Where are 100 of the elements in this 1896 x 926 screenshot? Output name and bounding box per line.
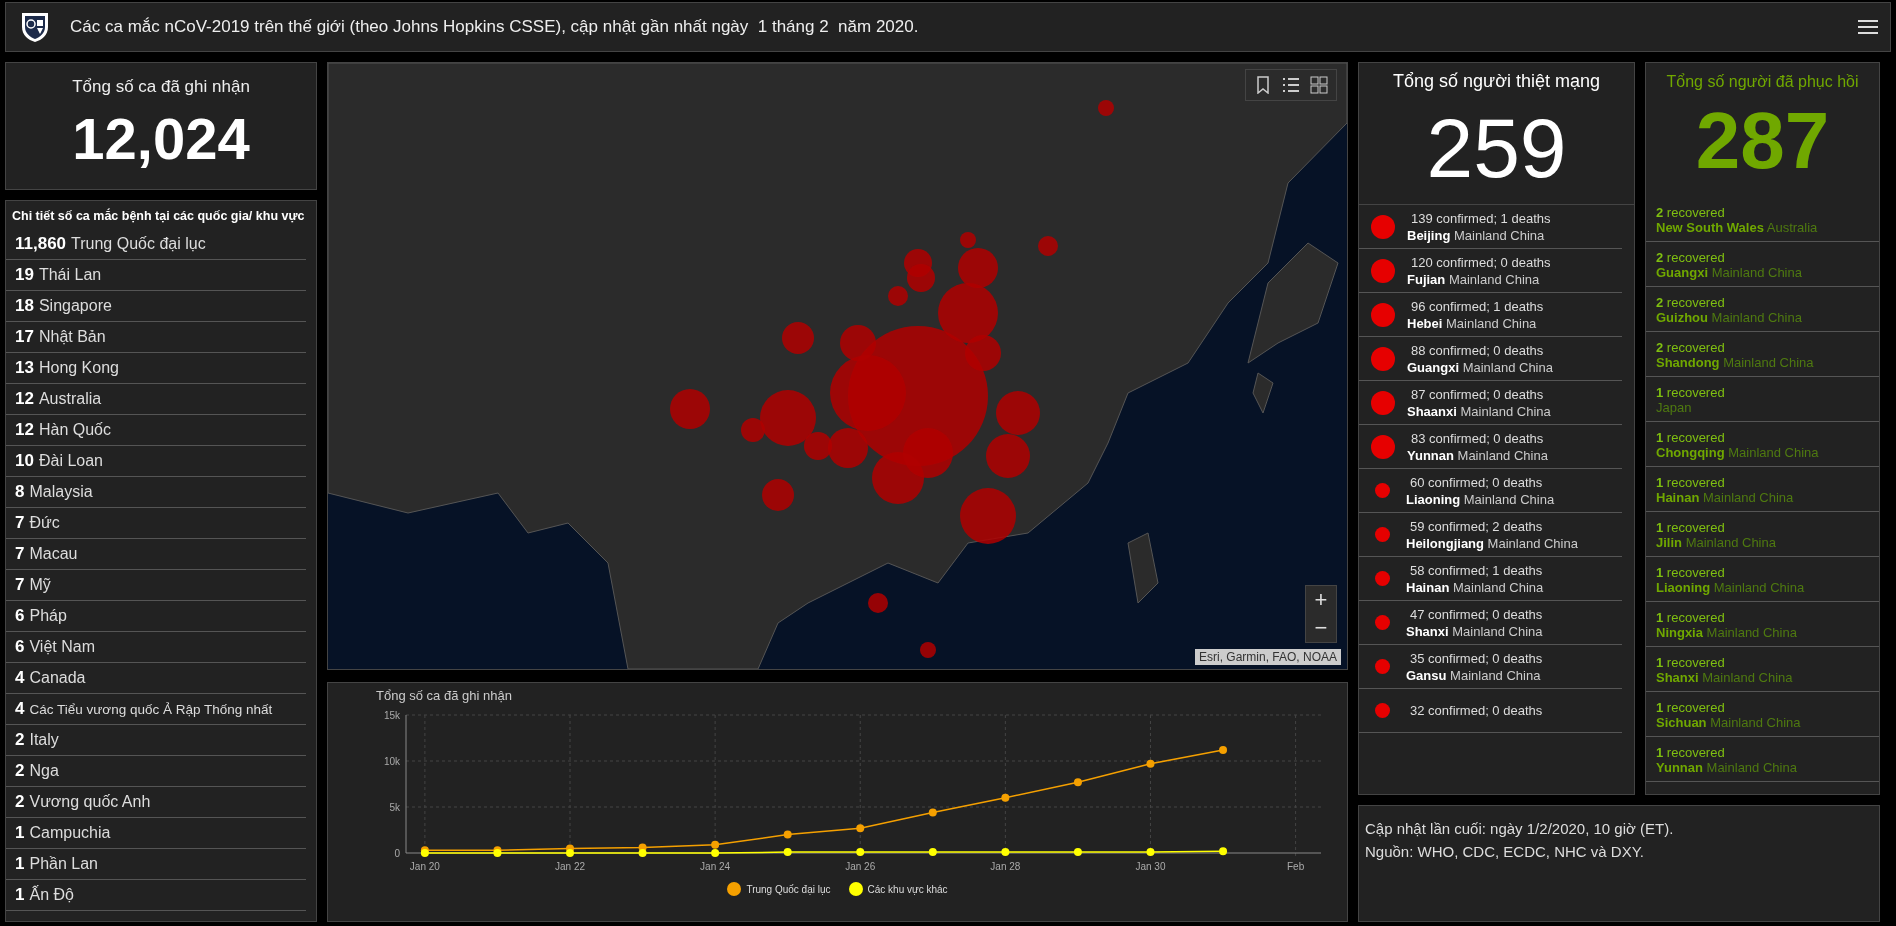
list-icon bbox=[1282, 76, 1300, 94]
recovered-value: 287 bbox=[1695, 101, 1830, 181]
dot-icon bbox=[1371, 390, 1395, 415]
recovered-row[interactable]: 1 recovered Shanxi Mainland China bbox=[1646, 647, 1879, 692]
country-row[interactable]: 6 Pháp bbox=[6, 601, 306, 632]
bookmark-button[interactable] bbox=[1254, 76, 1272, 94]
country-row[interactable]: 2 Nga bbox=[6, 756, 306, 787]
chart-title: Tổng số ca đã ghi nhận bbox=[376, 688, 513, 703]
country-row[interactable]: 4 Canada bbox=[6, 663, 306, 694]
deaths-label: Tổng số người thiệt mạng bbox=[1393, 71, 1600, 92]
region-row[interactable]: 59 confirmed; 2 deaths Heilongjiang Mainland China bbox=[1359, 513, 1622, 557]
x-tick-label: Feb bbox=[1287, 861, 1305, 872]
data-point[interactable] bbox=[1073, 778, 1082, 787]
country-row[interactable]: 7 Đức bbox=[6, 508, 306, 539]
data-point[interactable] bbox=[1001, 848, 1010, 857]
recovered-row[interactable]: 1 recovered Yunnan Mainland China bbox=[1646, 737, 1879, 782]
data-point[interactable] bbox=[928, 808, 937, 817]
country-row[interactable]: 1 Ấn Độ bbox=[6, 880, 306, 911]
case-count: 12 bbox=[15, 389, 34, 409]
region-row[interactable]: 58 confirmed; 1 deaths Hainan Mainland China bbox=[1359, 557, 1622, 601]
data-point[interactable] bbox=[1219, 745, 1228, 754]
confirmed-deaths-text: 32 confirmed; 0 deaths bbox=[1409, 703, 1543, 718]
case-count: 10 bbox=[15, 451, 34, 471]
region-row[interactable]: 120 confirmed; 0 deaths Fujian Mainland China bbox=[1359, 249, 1622, 293]
data-point[interactable] bbox=[928, 848, 937, 857]
country-row[interactable]: 18 Singapore bbox=[6, 291, 306, 322]
data-point[interactable] bbox=[1146, 759, 1155, 768]
recovered-row[interactable]: 2 recovered New South Wales Australia bbox=[1646, 197, 1879, 242]
recovered-row[interactable]: 1 recovered Hainan Mainland China bbox=[1646, 467, 1879, 512]
list-button[interactable] bbox=[1282, 76, 1300, 94]
region-row[interactable]: 47 confirmed; 0 deaths Shanxi Mainland China bbox=[1359, 601, 1622, 645]
region-row[interactable]: 87 confirmed; 0 deaths Shaanxi Mainland China bbox=[1359, 381, 1622, 425]
case-count: 7 bbox=[15, 575, 25, 595]
region-row[interactable]: 88 confirmed; 0 deaths Guangxi Mainland China bbox=[1359, 337, 1622, 381]
grid-button[interactable] bbox=[1310, 76, 1328, 94]
menu-button[interactable] bbox=[1858, 18, 1878, 36]
confirmed-deaths-text: 83 confirmed; 0 deaths bbox=[1410, 430, 1545, 446]
country-name: Italy bbox=[29, 731, 59, 749]
data-point[interactable] bbox=[711, 840, 720, 849]
region-row[interactable]: 139 confirmed; 1 deaths Beijing Mainland China bbox=[1359, 205, 1622, 249]
country-name: Hàn Quốc bbox=[38, 421, 111, 439]
country-row[interactable]: 1 Campuchia bbox=[6, 818, 306, 849]
region-name: Yunnan Mainland China bbox=[1656, 760, 1798, 775]
recovered-row[interactable]: 1 recovered Sichuan Mainland China bbox=[1646, 692, 1879, 737]
country-row[interactable]: 10 Đài Loan bbox=[6, 446, 306, 477]
country-row[interactable]: 4 Các Tiểu vương quốc Ả Rập Thống nhất bbox=[6, 694, 306, 725]
data-point[interactable] bbox=[783, 830, 792, 839]
region-name: Chongqing Mainland China bbox=[1656, 445, 1820, 460]
confirmed-deaths-text: 96 confirmed; 1 deaths bbox=[1410, 298, 1544, 314]
recovered-row[interactable]: 1 recovered Chongqing Mainland China bbox=[1646, 422, 1879, 467]
country-row[interactable]: 19 Thái Lan bbox=[6, 260, 306, 291]
data-point[interactable] bbox=[856, 848, 865, 857]
country-row[interactable]: 1 Phần Lan bbox=[6, 849, 306, 880]
region-name: Shaanxi Mainland China bbox=[1407, 403, 1551, 419]
region-name: Fujian Mainland China bbox=[1407, 271, 1541, 287]
recovered-row[interactable]: 2 recovered Shandong Mainland China bbox=[1646, 332, 1879, 377]
total-cases-value: 12,024 bbox=[72, 105, 250, 172]
y-tick-label: 15k bbox=[383, 710, 400, 721]
data-point[interactable] bbox=[420, 849, 429, 857]
data-point[interactable] bbox=[783, 848, 792, 857]
recovered-row[interactable]: 1 recovered Japan bbox=[1646, 377, 1879, 422]
country-row[interactable]: 6 Việt Nam bbox=[6, 632, 306, 663]
dot-icon bbox=[1371, 434, 1395, 459]
recovered-row[interactable]: 2 recovered Guangxi Mainland China bbox=[1646, 242, 1879, 287]
country-name: Pháp bbox=[29, 607, 67, 625]
region-row[interactable]: 35 confirmed; 0 deaths Gansu Mainland China bbox=[1359, 645, 1622, 689]
data-point[interactable] bbox=[493, 849, 502, 857]
country-row[interactable]: 2 Vương quốc Anh bbox=[6, 787, 306, 818]
country-row[interactable]: 17 Nhật Bản bbox=[6, 322, 306, 353]
dot-icon bbox=[1371, 258, 1395, 283]
country-row[interactable]: 7 Mỹ bbox=[6, 570, 306, 601]
country-row[interactable]: 7 Macau bbox=[6, 539, 306, 570]
country-row[interactable]: 12 Australia bbox=[6, 384, 306, 415]
recovered-row[interactable]: 1 recovered Ningxia Mainland China bbox=[1646, 602, 1879, 647]
data-point[interactable] bbox=[1146, 848, 1155, 857]
update-info-text: Cập nhật lần cuối: ngày 1/2/2020, 10 giờ (ET). bbox=[1365, 819, 1675, 839]
recovered-row[interactable]: 2 recovered Guizhou Mainland China bbox=[1646, 287, 1879, 332]
country-row[interactable]: 12 Hàn Quốc bbox=[6, 415, 306, 446]
country-row[interactable]: 11,860 Trung Quốc đại lục bbox=[6, 229, 306, 260]
country-row[interactable]: 2 Italy bbox=[6, 725, 306, 756]
data-point[interactable] bbox=[711, 849, 720, 857]
country-name: Phần Lan bbox=[29, 855, 98, 873]
country-name: Mỹ bbox=[29, 576, 51, 594]
data-point[interactable] bbox=[1001, 793, 1010, 802]
data-point[interactable] bbox=[1073, 848, 1082, 857]
recovered-row[interactable]: 1 recovered Jilin Mainland China bbox=[1646, 512, 1879, 557]
region-row[interactable]: 83 confirmed; 0 deaths Yunnan Mainland China bbox=[1359, 425, 1622, 469]
data-point[interactable] bbox=[638, 849, 647, 857]
country-row[interactable]: 8 Malaysia bbox=[6, 477, 306, 508]
region-row[interactable]: 96 confirmed; 1 deaths Hebei Mainland China bbox=[1359, 293, 1622, 337]
region-row[interactable]: 32 confirmed; 0 deaths bbox=[1359, 689, 1622, 733]
region-row[interactable]: 60 confirmed; 0 deaths Liaoning Mainland China bbox=[1359, 469, 1622, 513]
country-row[interactable]: 13 Hong Kong bbox=[6, 353, 306, 384]
country-name: Macau bbox=[29, 545, 78, 563]
recovered-count: 1 recovered bbox=[1656, 385, 1726, 400]
data-point[interactable] bbox=[566, 849, 574, 857]
recovered-row[interactable]: 1 recovered Liaoning Mainland China bbox=[1646, 557, 1879, 602]
region-name: Shanxi Mainland China bbox=[1406, 623, 1543, 639]
data-point[interactable] bbox=[1219, 847, 1228, 856]
data-point[interactable] bbox=[856, 824, 865, 833]
